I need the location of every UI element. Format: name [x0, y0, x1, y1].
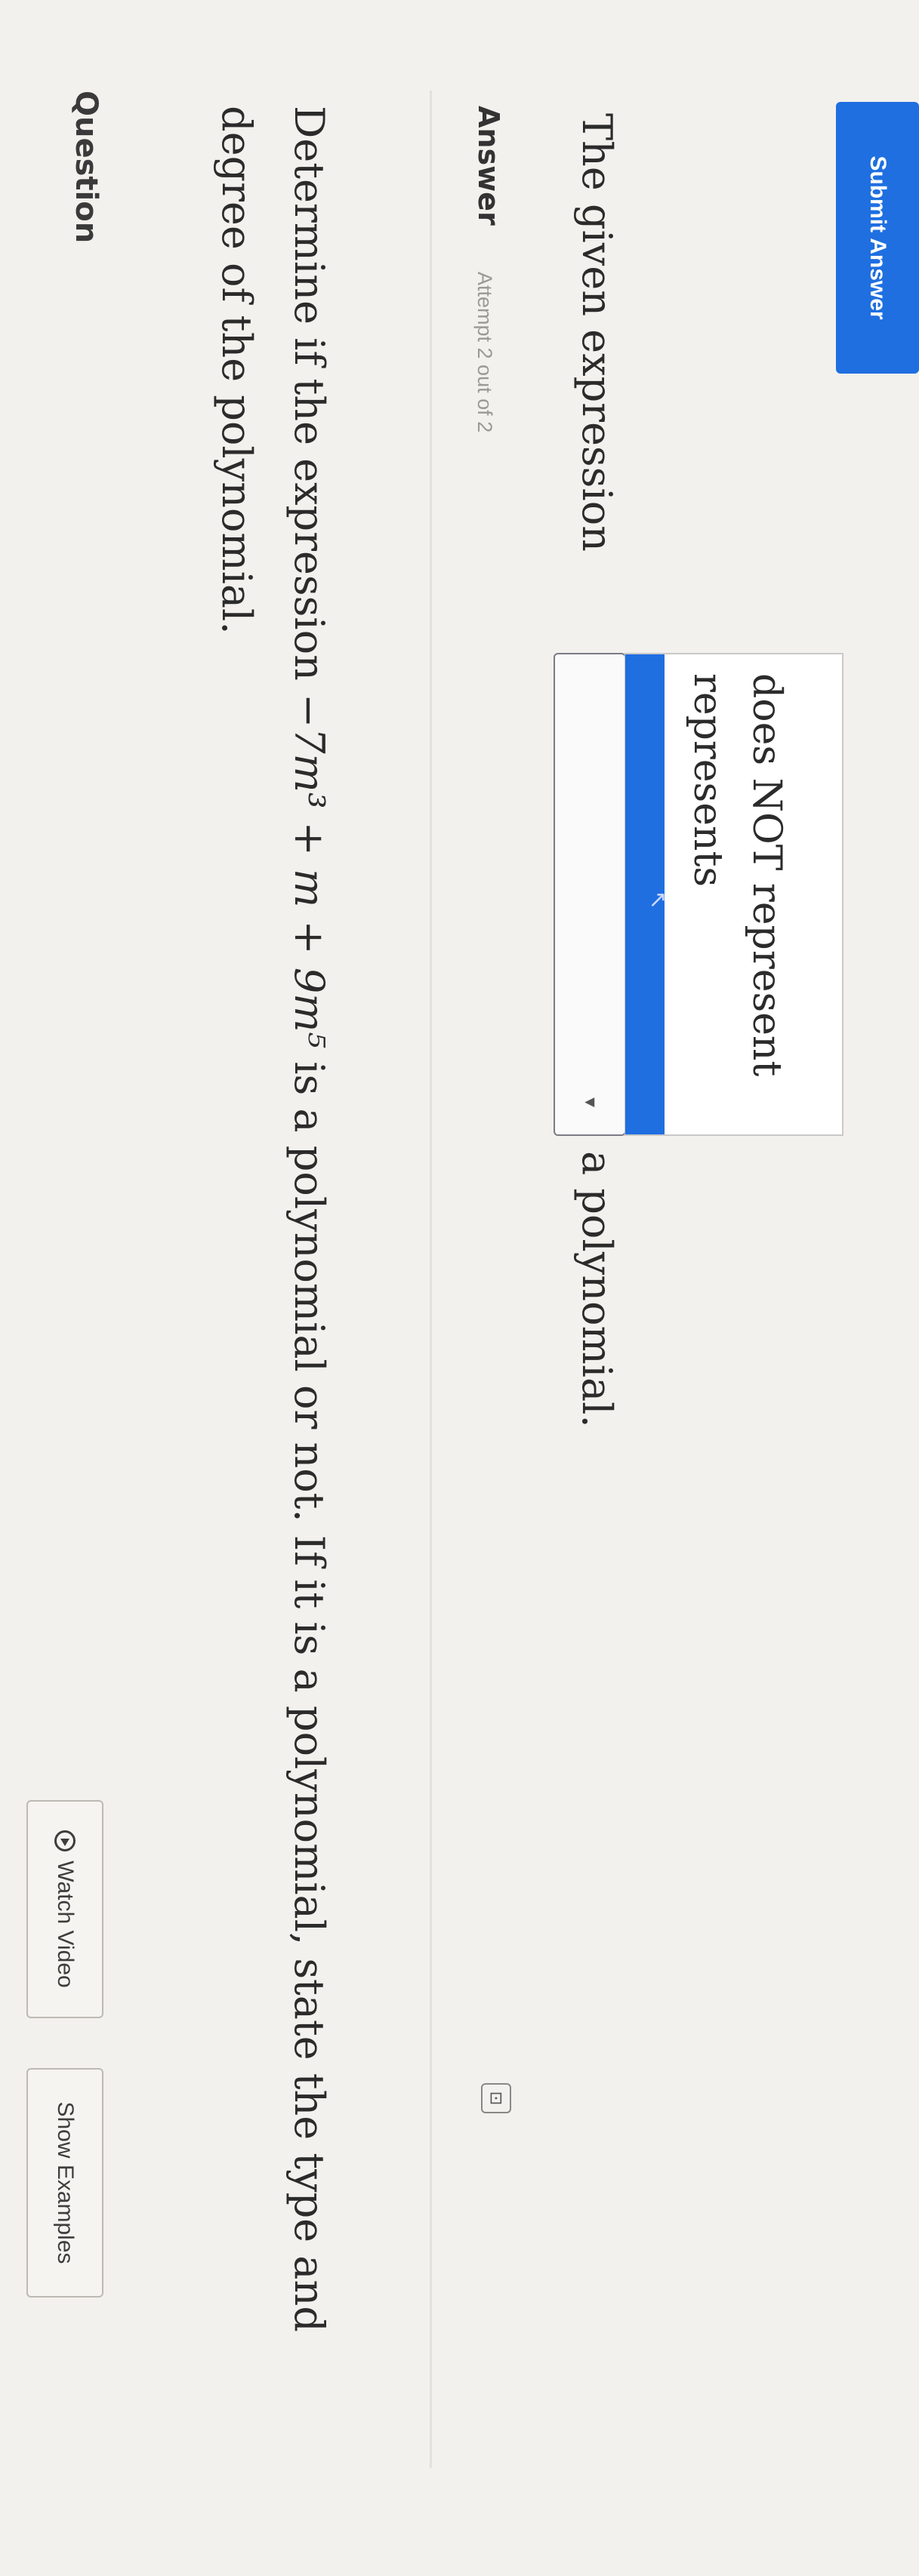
- watch-video-label: Watch Video: [53, 1860, 78, 1988]
- chevron-down-icon: ▾: [579, 1097, 602, 1107]
- section-divider: [430, 91, 432, 2468]
- play-circle-icon: [54, 1830, 76, 1852]
- dropdown-option-represents[interactable]: represents: [685, 673, 730, 887]
- question-prefix: Determine if the expression: [285, 106, 333, 694]
- question-heading: Question: [69, 91, 103, 244]
- submit-answer-button[interactable]: Submit Answer: [836, 102, 919, 374]
- question-text: Determine if the expression −7m³ + m + 9…: [200, 106, 345, 2430]
- pointer-cursor-icon: ↖: [645, 891, 671, 910]
- watch-video-button[interactable]: Watch Video: [26, 1800, 103, 2018]
- answer-sentence-start: The given expression: [573, 113, 621, 552]
- polynomial-dropdown[interactable]: ▾: [554, 653, 626, 1136]
- show-examples-button[interactable]: Show Examples: [26, 2068, 103, 2297]
- dropdown-option-does-not-represent[interactable]: does NOT represent: [744, 673, 789, 1076]
- expand-icon[interactable]: ⊡: [481, 2083, 511, 2113]
- page: Question Watch Video Show Examples Deter…: [0, 0, 919, 2576]
- answer-heading: Answer: [472, 106, 505, 226]
- answer-sentence-end: a polynomial.: [573, 1151, 621, 1428]
- attempt-counter: Attempt 2 out of 2: [473, 272, 496, 433]
- question-expression: −7m³ + m + 9m⁵: [285, 694, 333, 1049]
- show-examples-label: Show Examples: [53, 2101, 78, 2264]
